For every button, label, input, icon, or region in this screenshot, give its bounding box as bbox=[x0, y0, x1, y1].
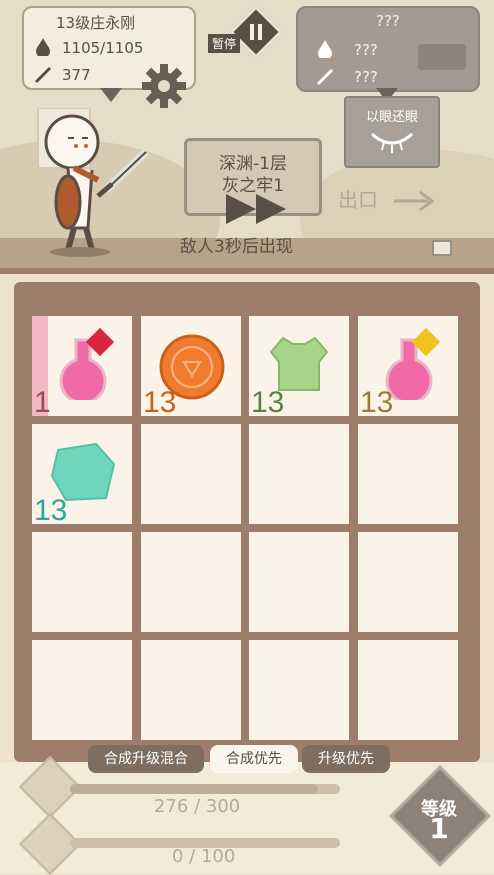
exit-arrow-icon bbox=[394, 190, 435, 212]
exit-label: 出口 bbox=[338, 188, 378, 212]
level-value: 1 bbox=[429, 812, 449, 845]
grid-cell-15[interactable] bbox=[249, 640, 349, 740]
battle-scene: 13级庄永刚 1105/1105 377 暂停 ??? ??? ??? 以眼还眼 bbox=[0, 0, 494, 270]
enemy-hp-drop-icon bbox=[318, 40, 332, 58]
stage-status-text: 敌人3秒后出现 bbox=[180, 237, 293, 257]
grid-cell-8[interactable] bbox=[358, 424, 458, 524]
tab-upgrade-first[interactable]: 升级优先 bbox=[302, 745, 390, 773]
item-qty-5: 13 bbox=[34, 494, 68, 527]
hero-arrow-icon bbox=[100, 88, 122, 102]
enemy-attack: ??? bbox=[354, 68, 378, 86]
enemy-extra-slot bbox=[418, 44, 466, 70]
hero-name: 13级庄永刚 bbox=[56, 14, 136, 32]
item-qty-2: 13 bbox=[143, 386, 177, 419]
grid-cell-2[interactable]: 13 bbox=[141, 316, 241, 419]
grid-cell-1[interactable]: 1 bbox=[32, 316, 132, 419]
eye-icon bbox=[370, 132, 414, 153]
fast-forward-button[interactable] bbox=[222, 190, 292, 228]
scene-divider bbox=[0, 268, 494, 274]
hero-character bbox=[37, 108, 149, 257]
grid-cell-11[interactable] bbox=[249, 532, 349, 632]
enemy-stats-panel: ??? ??? ??? bbox=[296, 6, 480, 92]
exp-text: 276 / 300 bbox=[154, 796, 241, 817]
pause-icon bbox=[249, 24, 263, 40]
enemy-sword-icon bbox=[316, 68, 334, 86]
grid-cell-16[interactable] bbox=[358, 640, 458, 740]
sword-icon bbox=[34, 66, 52, 84]
grid-cell-6[interactable] bbox=[141, 424, 241, 524]
secondary-text: 0 / 100 bbox=[172, 846, 236, 867]
tab-merge-first[interactable]: 合成优先 bbox=[210, 745, 298, 773]
grid-cell-9[interactable] bbox=[32, 532, 132, 632]
rock-icon bbox=[432, 240, 452, 256]
enemy-hp: ??? bbox=[354, 41, 378, 59]
skill-card[interactable]: 以眼还眼 bbox=[344, 96, 440, 168]
grid-cell-13[interactable] bbox=[32, 640, 132, 740]
item-qty-3: 13 bbox=[251, 386, 285, 419]
item-qty-4: 13 bbox=[360, 386, 394, 419]
pause-label: 暂停 bbox=[208, 34, 241, 53]
grid-cell-12[interactable] bbox=[358, 532, 458, 632]
grid-cell-14[interactable] bbox=[141, 640, 241, 740]
grid-cell-4[interactable]: 13 bbox=[358, 316, 458, 419]
grid-cell-10[interactable] bbox=[141, 532, 241, 632]
settings-gear-icon[interactable] bbox=[140, 62, 188, 110]
item-qty-1: 1 bbox=[34, 386, 51, 419]
hero-attack: 377 bbox=[62, 66, 91, 84]
grid-cell-5[interactable]: 13 bbox=[32, 424, 132, 527]
tab-merge-upgrade-mix[interactable]: 合成升级混合 bbox=[88, 745, 204, 773]
enemy-name: ??? bbox=[376, 12, 400, 30]
exp-bar-fill bbox=[70, 784, 319, 794]
teal-gem-icon bbox=[50, 442, 116, 502]
hero-hp: 1105/1105 bbox=[62, 39, 144, 57]
hp-drop-icon bbox=[36, 38, 50, 56]
fast-forward-icon bbox=[226, 194, 286, 224]
grid-cell-3[interactable]: 13 bbox=[249, 316, 349, 419]
exp-bar bbox=[70, 784, 340, 794]
grid-cell-7[interactable] bbox=[249, 424, 349, 524]
skill-card-label: 以眼还眼 bbox=[365, 110, 418, 125]
